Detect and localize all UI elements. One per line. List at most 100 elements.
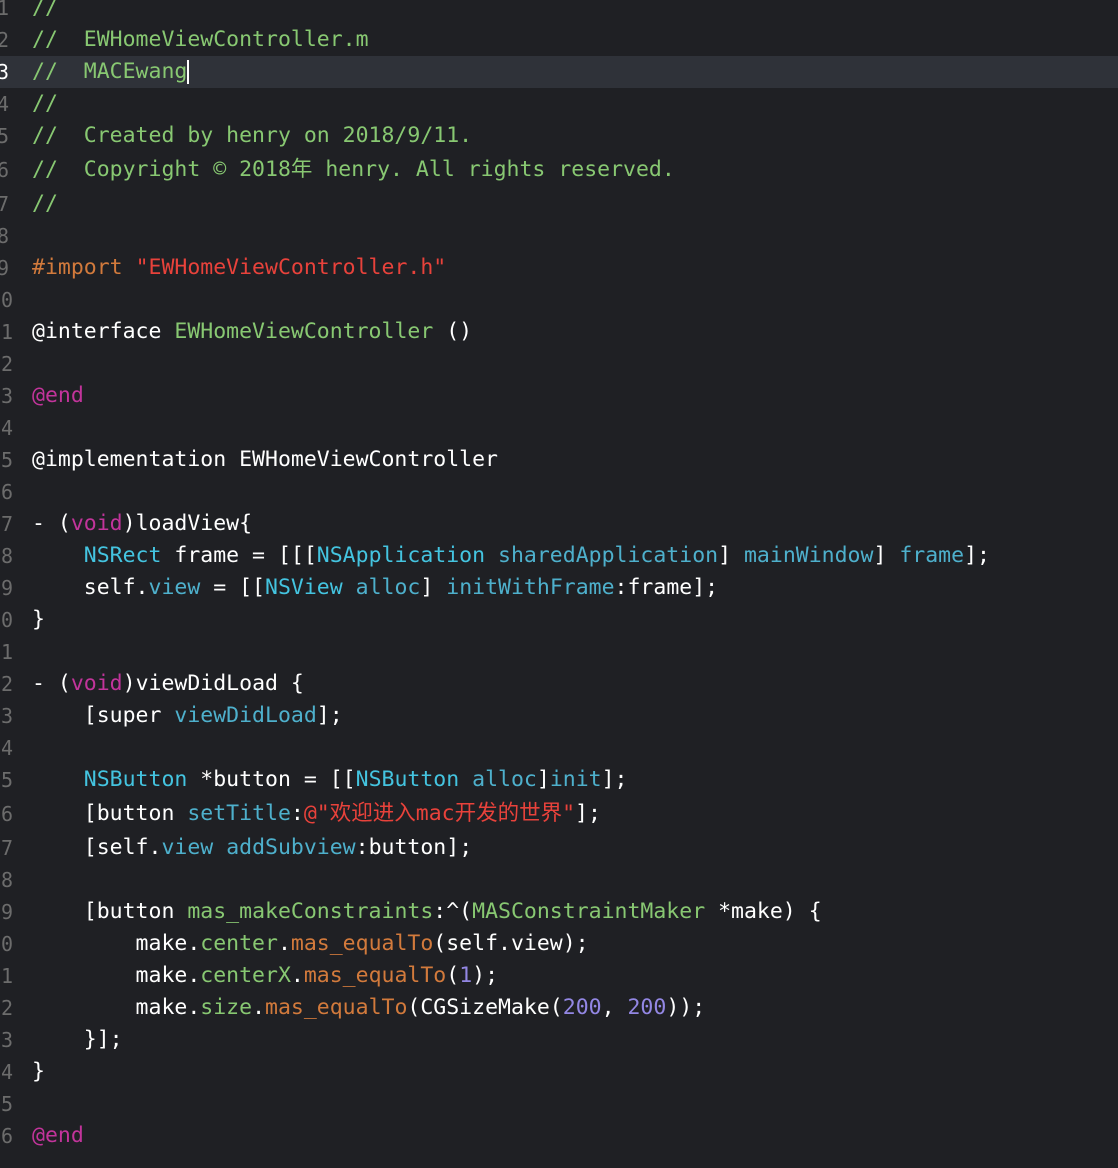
code-text[interactable]: [self.view addSubview:button]; (32, 832, 472, 864)
code-text[interactable]: @implementation EWHomeViewController (32, 444, 498, 476)
code-token: mas_equalTo (290, 931, 434, 956)
code-text[interactable]: // Copyright © 2018年 henry. All rights r… (32, 154, 675, 186)
code-line[interactable]: 19 self.view = [[NSView alloc] initWithF… (0, 572, 1118, 604)
code-line[interactable]: 1 // (0, 0, 1118, 24)
code-line[interactable]: 32 make.size.mas_equalTo(CGSizeMake(200,… (0, 992, 1118, 1024)
code-line[interactable]: 10 (0, 284, 1118, 316)
code-line[interactable]: 16 (0, 476, 1118, 508)
code-token: ] (536, 767, 550, 792)
code-line[interactable]: 34} (0, 1056, 1118, 1088)
line-number: 14 (0, 416, 14, 440)
code-line[interactable]: 25 NSButton *button = [[NSButton alloc]i… (0, 764, 1118, 796)
code-token: center (200, 931, 278, 956)
code-text[interactable]: // (32, 188, 58, 220)
code-token: [self. (32, 835, 162, 860)
line-number: 34 (0, 1060, 14, 1084)
code-line[interactable]: 21 (0, 636, 1118, 668)
code-line[interactable]: 26 [button setTitle:@"欢迎进入mac开发的世界"]; (0, 798, 1118, 830)
code-text[interactable]: [super viewDidLoad]; (32, 700, 343, 732)
code-line[interactable]: 5 // Created by henry on 2018/9/11. (0, 120, 1118, 152)
code-token: )loadView{ (122, 511, 253, 536)
line-number: 2 (0, 28, 9, 52)
line-number: 6 (0, 158, 9, 182)
code-text[interactable]: // EWHomeViewController.m (32, 24, 369, 56)
line-number: 27 (0, 836, 14, 860)
code-text[interactable]: NSRect frame = [[[NSApplication sharedAp… (32, 540, 990, 572)
code-text[interactable]: #import "EWHomeViewController.h" (32, 252, 446, 284)
code-line[interactable]: 27 [self.view addSubview:button]; (0, 832, 1118, 864)
code-line[interactable]: 14 (0, 412, 1118, 444)
code-line[interactable]: 11 @interface EWHomeViewController () (0, 316, 1118, 348)
code-text[interactable]: [button setTitle:@"欢迎进入mac开发的世界"]; (32, 798, 601, 830)
code-line[interactable]: 36 @end (0, 1120, 1118, 1152)
code-token: ]; (601, 767, 628, 792)
code-line[interactable]: 24 (0, 732, 1118, 764)
code-token: make. (32, 995, 201, 1020)
code-text[interactable]: } (32, 1056, 45, 1088)
code-text[interactable]: - (void)viewDidLoad { (32, 668, 304, 700)
code-token: ] (420, 575, 447, 600)
code-token: - ( (32, 511, 71, 536)
code-text[interactable]: @end (32, 380, 84, 412)
code-token: . (290, 963, 304, 988)
code-line[interactable]: 29 [button mas_makeConstraints:^(MASCons… (0, 896, 1118, 928)
code-token: )viewDidLoad { (122, 671, 304, 696)
code-line[interactable]: 8 (0, 220, 1118, 252)
code-line[interactable]: 18 NSRect frame = [[[NSApplication share… (0, 540, 1118, 572)
code-text[interactable]: // (32, 88, 58, 120)
code-text[interactable]: // MACEwang (32, 56, 190, 88)
code-token: () (433, 319, 473, 344)
line-number: 9 (0, 256, 9, 280)
code-text[interactable]: // (32, 0, 58, 24)
code-token: sharedApplication (498, 543, 719, 568)
code-line[interactable]: 4 // (0, 88, 1118, 120)
code-token: )); (666, 995, 706, 1020)
code-text[interactable]: NSButton *button = [[NSButton alloc]init… (32, 764, 628, 796)
code-text[interactable]: }]; (32, 1024, 123, 1056)
code-text[interactable]: @end (32, 1120, 84, 1152)
code-token: } (32, 607, 45, 632)
code-text[interactable]: make.size.mas_equalTo(CGSizeMake(200, 20… (32, 992, 706, 1024)
line-number: 4 (0, 92, 9, 116)
code-line[interactable]: 23 [super viewDidLoad]; (0, 700, 1118, 732)
code-text[interactable]: make.centerX.mas_equalTo(1); (32, 960, 498, 992)
code-text[interactable]: self.view = [[NSView alloc] initWithFram… (32, 572, 718, 604)
code-line[interactable]: 28 (0, 864, 1118, 896)
code-line[interactable]: 30 make.center.mas_equalTo(self.view); (0, 928, 1118, 960)
code-line[interactable]: 20} (0, 604, 1118, 636)
code-line[interactable]: 9 #import "EWHomeViewController.h" (0, 252, 1118, 284)
code-line[interactable]: 33 }]; (0, 1024, 1118, 1056)
code-text[interactable]: } (32, 604, 45, 636)
code-token: *make) { (705, 899, 822, 924)
code-text[interactable]: // Created by henry on 2018/9/11. (32, 120, 472, 152)
code-line[interactable]: 17 - (void)loadView{ (0, 508, 1118, 540)
code-token: ( (446, 963, 460, 988)
line-number: 35 (0, 1092, 14, 1116)
code-token: void (70, 511, 123, 536)
line-number: 26 (0, 802, 14, 826)
code-text[interactable]: - (void)loadView{ (32, 508, 252, 540)
code-text[interactable]: make.center.mas_equalTo(self.view); (32, 928, 589, 960)
code-line[interactable]: 13 @end (0, 380, 1118, 412)
code-token: :frame]; (614, 575, 719, 600)
code-line[interactable]: 6 // Copyright © 2018年 henry. All rights … (0, 154, 1118, 186)
code-line[interactable]: 15 @implementation EWHomeViewController (0, 444, 1118, 476)
code-token: "EWHomeViewController.h" (135, 255, 447, 280)
line-number: 21 (0, 640, 14, 664)
code-text[interactable]: @interface EWHomeViewController () (32, 316, 472, 348)
code-line[interactable]: 12 (0, 348, 1118, 380)
code-line[interactable]: 2 // EWHomeViewController.m (0, 24, 1118, 56)
code-line[interactable]: 7 // (0, 188, 1118, 220)
line-number: 24 (0, 736, 14, 760)
code-line[interactable]: 31 make.centerX.mas_equalTo(1); (0, 960, 1118, 992)
code-editor[interactable]: 1 // 2 // EWHomeViewController.m 3 // MACEwan… (0, 0, 1118, 1168)
code-token: ]; (964, 543, 990, 568)
code-token: addSubview (226, 835, 356, 860)
code-line[interactable]: 35 (0, 1088, 1118, 1120)
code-text[interactable]: [button mas_makeConstraints:^(MASConstra… (32, 896, 822, 928)
code-token: @end (32, 1123, 84, 1148)
code-line[interactable]: 3 // MACEwang (0, 56, 1118, 88)
code-token: initWithFrame (446, 575, 615, 600)
code-line[interactable]: 22 - (void)viewDidLoad { (0, 668, 1118, 700)
